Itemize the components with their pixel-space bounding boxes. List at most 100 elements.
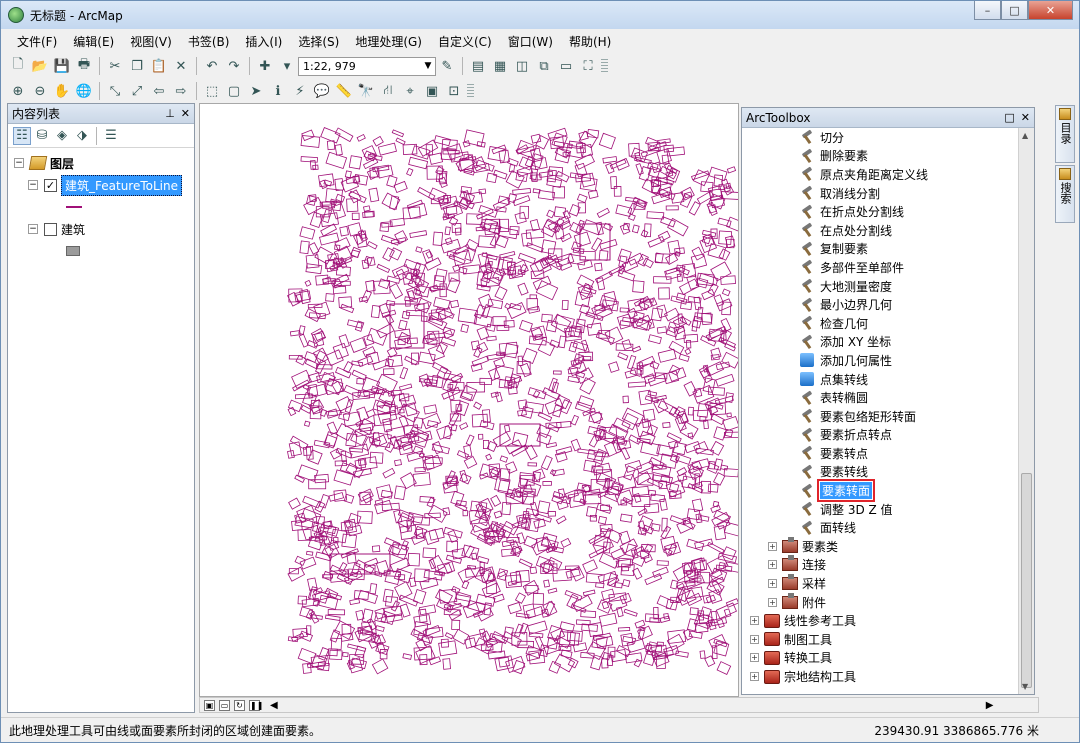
tool-item[interactable]: 在点处分割线 xyxy=(742,221,1018,240)
tool-item[interactable]: 面转线 xyxy=(742,518,1018,537)
select-features-icon[interactable]: ⬚ xyxy=(202,81,222,101)
tool-item[interactable]: 要素包络矩形转面 xyxy=(742,407,1018,426)
tool-item[interactable]: 在折点处分割线 xyxy=(742,202,1018,221)
python-window-icon[interactable]: ▭ xyxy=(556,56,576,76)
data-view-button[interactable]: ▣ xyxy=(204,699,215,711)
list-by-drawing-order-icon[interactable]: ☷ xyxy=(13,126,31,145)
toolbox-item[interactable]: + 制图工具 xyxy=(742,630,1018,649)
tool-item[interactable]: 要素转线 xyxy=(742,463,1018,482)
catalog-tab[interactable]: 目录 xyxy=(1055,105,1075,163)
selected-tool-item[interactable]: 要素转面 xyxy=(742,479,1018,503)
toolbox-item[interactable]: + 宗地结构工具 xyxy=(742,667,1018,686)
tool-item[interactable]: 切分 xyxy=(742,128,1018,147)
full-extent-icon[interactable]: 🌐 xyxy=(74,81,94,101)
save-icon[interactable]: 💾 xyxy=(52,56,72,76)
float-icon[interactable]: □ xyxy=(1004,111,1014,124)
scrollbar-thumb[interactable] xyxy=(1021,473,1032,688)
toolbox-item[interactable]: + 转换工具 xyxy=(742,649,1018,668)
tool-item[interactable]: 检查几何 xyxy=(742,314,1018,333)
tool-item[interactable]: 调整 3D Z 值 xyxy=(742,500,1018,519)
menu-customize[interactable]: 自定义(C) xyxy=(430,33,500,50)
undo-icon[interactable]: ↶ xyxy=(202,56,222,76)
select-elements-icon[interactable]: ➤ xyxy=(246,81,266,101)
scroll-down-icon[interactable]: ▼ xyxy=(1022,682,1028,691)
polygon-symbol[interactable] xyxy=(66,246,80,256)
html-popup-icon[interactable]: 💬 xyxy=(312,81,332,101)
expand-icon[interactable]: + xyxy=(768,579,777,589)
zoom-out-icon[interactable]: ⊖ xyxy=(30,81,50,101)
collapse-icon[interactable]: − xyxy=(28,180,38,190)
toolbox-item[interactable]: + 线性参考工具 xyxy=(742,611,1018,630)
pan-hand-icon[interactable]: ✋ xyxy=(52,81,72,101)
toolset-item[interactable]: + 连接 xyxy=(742,555,1018,575)
refresh-icon[interactable]: ↻ xyxy=(234,699,245,711)
layout-view-button[interactable]: ▭ xyxy=(219,699,230,711)
table-icon[interactable]: ▤ xyxy=(468,56,488,76)
menu-windows[interactable]: 窗口(W) xyxy=(500,33,561,50)
tool-item[interactable]: 大地测量密度 xyxy=(742,277,1018,296)
find-route-icon[interactable]: ⛙ xyxy=(378,81,398,101)
options-icon[interactable]: ☰ xyxy=(102,127,120,145)
editor-toolbar-icon[interactable]: ✎ xyxy=(437,56,457,76)
model-builder-icon[interactable]: ⛶ xyxy=(578,56,598,76)
arctoolbox-icon[interactable]: ⧉ xyxy=(534,56,554,76)
layer-row[interactable]: − ✓ 建筑_FeatureToLine xyxy=(14,174,194,196)
layer-visibility-checkbox[interactable]: ✓ xyxy=(44,178,57,192)
find-icon[interactable]: 🔭 xyxy=(356,81,376,101)
close-icon[interactable]: ✕ xyxy=(181,107,190,120)
scroll-up-icon[interactable]: ▲ xyxy=(1022,131,1028,140)
tool-item[interactable]: 取消线分割 xyxy=(742,184,1018,203)
expand-icon[interactable]: + xyxy=(750,634,759,644)
list-by-source-icon[interactable]: ⛁ xyxy=(33,127,51,145)
expand-icon[interactable]: + xyxy=(768,560,777,570)
toolset-item[interactable]: + 要素类 xyxy=(742,536,1018,556)
layer-name[interactable]: 建筑 xyxy=(61,221,85,238)
measure-icon[interactable]: 📏 xyxy=(334,81,354,101)
search-window-icon[interactable]: ◫ xyxy=(512,56,532,76)
tool-item[interactable]: 要素转点 xyxy=(742,444,1018,463)
collapse-icon[interactable]: − xyxy=(14,158,24,168)
tool-item[interactable]: 复制要素 xyxy=(742,240,1018,259)
zoom-in-icon[interactable]: ⊕ xyxy=(8,81,28,101)
tool-item[interactable]: 点集转线 xyxy=(742,370,1018,389)
add-data-icon[interactable]: ✚ xyxy=(255,56,275,76)
vertical-scrollbar[interactable]: ▲ ▼ xyxy=(1018,128,1034,694)
catalog-icon[interactable]: ▦ xyxy=(490,56,510,76)
fixed-zoom-in-icon[interactable]: ⤡ xyxy=(105,81,125,101)
line-symbol[interactable] xyxy=(66,206,82,208)
data-frame-row[interactable]: − 图层 xyxy=(14,152,194,174)
map-view[interactable] xyxy=(199,103,739,697)
menu-bookmarks[interactable]: 书签(B) xyxy=(180,33,238,50)
toolset-item[interactable]: + 采样 xyxy=(742,574,1018,593)
copy-icon[interactable]: ❐ xyxy=(127,56,147,76)
add-data-dropdown-icon[interactable]: ▾ xyxy=(277,56,297,76)
menu-selection[interactable]: 选择(S) xyxy=(290,33,347,50)
go-to-xy-icon[interactable]: ⌖ xyxy=(400,81,420,101)
open-folder-icon[interactable]: 📂 xyxy=(30,56,50,76)
map-scale-combo[interactable]: 1:22, 979 ▼ xyxy=(298,56,436,76)
delete-icon[interactable]: ✕ xyxy=(171,56,191,76)
back-extent-icon[interactable]: ⇦ xyxy=(149,81,169,101)
layer-visibility-checkbox[interactable] xyxy=(44,222,57,236)
tool-item[interactable]: 表转椭圆 xyxy=(742,388,1018,407)
paste-icon[interactable]: 📋 xyxy=(149,56,169,76)
pin-icon[interactable]: ⊥ xyxy=(165,107,175,120)
list-by-selection-icon[interactable]: ⬗ xyxy=(73,127,91,145)
menu-file[interactable]: 文件(F) xyxy=(9,33,65,50)
toolbar-grip[interactable] xyxy=(601,59,608,73)
tool-item[interactable]: 原点夹角距离定义线 xyxy=(742,165,1018,184)
expand-icon[interactable]: + xyxy=(768,597,777,607)
expand-icon[interactable]: + xyxy=(768,541,777,551)
collapse-icon[interactable]: − xyxy=(28,224,38,234)
scroll-left-icon[interactable]: ◀ xyxy=(270,700,278,711)
layer-row[interactable]: − 建筑 xyxy=(14,218,194,240)
tool-item[interactable]: 添加几何属性 xyxy=(742,351,1018,370)
toolset-item[interactable]: + 附件 xyxy=(742,592,1018,612)
tool-item[interactable]: 最小边界几何 xyxy=(742,295,1018,314)
clear-selection-icon[interactable]: ▢ xyxy=(224,81,244,101)
tool-item[interactable]: 添加 XY 坐标 xyxy=(742,333,1018,352)
hyperlink-icon[interactable]: ⚡ xyxy=(290,81,310,101)
minimize-button[interactable]: – xyxy=(974,1,1001,20)
horizontal-scrollbar[interactable] xyxy=(282,700,982,710)
maximize-button[interactable]: □ xyxy=(1001,1,1028,20)
